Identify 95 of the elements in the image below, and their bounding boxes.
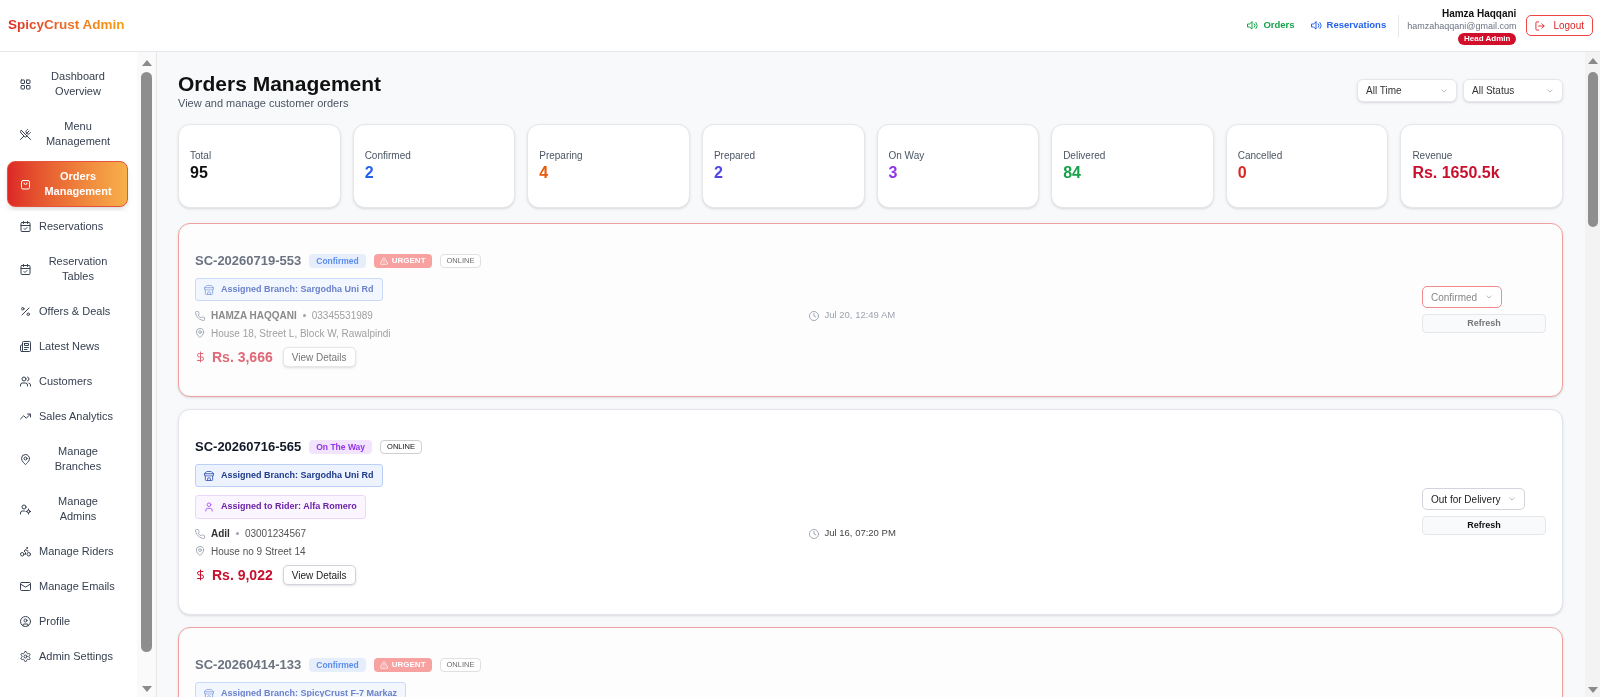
map-pin-icon: [195, 328, 205, 338]
branch-label: Assigned Branch: Sargodha Uni Rd: [221, 470, 374, 481]
stat-value: 84: [1063, 163, 1081, 183]
grid-icon: [20, 78, 31, 90]
chevron-down-icon: [1508, 495, 1517, 503]
chevron-down-icon: [1485, 293, 1494, 301]
clock-icon: [808, 528, 819, 539]
status-badge: On The Way: [309, 440, 373, 454]
store-icon: [204, 688, 214, 697]
customer-name: Adil: [211, 527, 230, 541]
filter-dropdown[interactable]: All Status: [1463, 79, 1563, 102]
scrollbar-thumb[interactable]: [141, 72, 152, 652]
shopping-bag-icon: [20, 178, 31, 190]
filter-dropdown[interactable]: All Time: [1357, 79, 1457, 102]
stat-label: Preparing: [539, 149, 583, 162]
settings-icon: [20, 651, 31, 662]
trending-up-icon: [20, 411, 31, 422]
phone-icon: [195, 528, 205, 539]
status-dropdown[interactable]: Confirmed: [1422, 286, 1503, 308]
stat-value: 95: [190, 163, 208, 183]
stat-label: Confirmed: [364, 149, 411, 162]
urgent-label: URGENT: [391, 255, 426, 267]
speaker-icon: [1310, 20, 1322, 31]
chevron-down-icon: [1440, 86, 1448, 95]
dollar-sign-icon: [195, 350, 206, 364]
phone-icon: [195, 310, 205, 321]
phone-number: 03345531989: [311, 309, 373, 323]
chevron-down-icon: [1546, 86, 1554, 95]
percent-icon: [20, 306, 31, 317]
phone-number: 03001234567: [244, 527, 307, 541]
stat-value: 0: [1237, 163, 1247, 183]
status-dropdown[interactable]: Out for Delivery: [1422, 488, 1526, 510]
page-subtitle: View and manage customer orders: [178, 96, 350, 110]
view-details-button[interactable]: View Details: [282, 565, 356, 585]
scroll-up-arrow-icon[interactable]: [141, 60, 152, 66]
stat-label: Prepared: [713, 149, 755, 162]
warning-icon: [379, 257, 388, 265]
user-circle-icon: [20, 616, 31, 627]
branch-label: Assigned Branch: SpicyCrust F-7 Markaz: [221, 688, 398, 697]
clock-icon: [808, 310, 819, 321]
users-icon: [20, 376, 31, 387]
address-text: House 18, Street L, Block W, Rawalpindi: [211, 326, 391, 341]
order-id: SC-20260716-565: [195, 438, 302, 457]
order-id: SC-20260719-553: [195, 252, 302, 271]
map-pin-icon: [195, 546, 205, 556]
order-total: Rs. 9,022: [212, 565, 273, 585]
user-email: hamzahaqqani@gmail.com: [1407, 19, 1517, 32]
scroll-down-arrow-icon[interactable]: [1587, 687, 1598, 693]
user-icon: [204, 502, 214, 512]
stat-value: 4: [539, 163, 549, 183]
scrollbar-thumb[interactable]: [1587, 72, 1598, 227]
stat-value: Rs. 1650.5k: [1412, 163, 1500, 183]
role-badge: Head Admin: [1458, 32, 1517, 45]
warning-icon: [379, 661, 388, 669]
refresh-button[interactable]: Refresh: [1422, 516, 1546, 535]
stat-label: Revenue: [1412, 149, 1453, 162]
status-badge: Confirmed: [309, 658, 366, 672]
address-text: House no 9 Street 14: [211, 544, 306, 559]
order-date: Jul 20, 12:49 AM: [824, 308, 896, 323]
logout-button[interactable]: Logout: [1526, 15, 1593, 36]
page-title: Orders Management: [178, 72, 382, 96]
newspaper-icon: [20, 341, 31, 352]
bicycle-icon: [20, 546, 31, 557]
view-details-button[interactable]: View Details: [282, 347, 356, 367]
scroll-up-arrow-icon[interactable]: [1587, 58, 1598, 64]
stat-value: 2: [713, 163, 723, 183]
nav-link[interactable]: Reservations: [1310, 18, 1387, 33]
stat-label: Cancelled: [1237, 149, 1283, 162]
urgent-label: URGENT: [391, 659, 426, 671]
stat-label: Delivered: [1063, 149, 1106, 162]
user-name: Hamza Haqqani: [1441, 6, 1517, 20]
map-pin-icon: [20, 453, 31, 465]
stat-label: On Way: [888, 149, 925, 162]
stat-value: 2: [364, 163, 374, 183]
order-total: Rs. 3,666: [212, 347, 273, 367]
calendar-check-icon: [20, 221, 31, 232]
refresh-button[interactable]: Refresh: [1422, 314, 1546, 333]
stat-label: Total: [190, 149, 212, 162]
store-icon: [204, 284, 214, 295]
calendar-check-icon: [20, 263, 31, 275]
rider-label: Assigned to Rider: Alfa Romero: [221, 500, 357, 514]
speaker-icon: [1247, 20, 1259, 31]
order-date: Jul 16, 07:20 PM: [824, 526, 896, 541]
stat-value: 3: [888, 163, 898, 183]
crossed-utensils-icon: [20, 128, 31, 140]
store-icon: [204, 470, 214, 481]
customer-name: HAMZA HAQQANI: [211, 309, 297, 323]
status-badge: Confirmed: [309, 254, 366, 268]
user-gear-icon: [20, 503, 31, 515]
branch-label: Assigned Branch: Sargodha Uni Rd: [221, 284, 374, 295]
logout-icon: [1535, 20, 1546, 31]
mail-icon: [20, 581, 31, 592]
order-id: SC-20260414-133: [195, 656, 302, 675]
scroll-down-arrow-icon[interactable]: [141, 686, 152, 692]
dollar-sign-icon: [195, 568, 206, 582]
